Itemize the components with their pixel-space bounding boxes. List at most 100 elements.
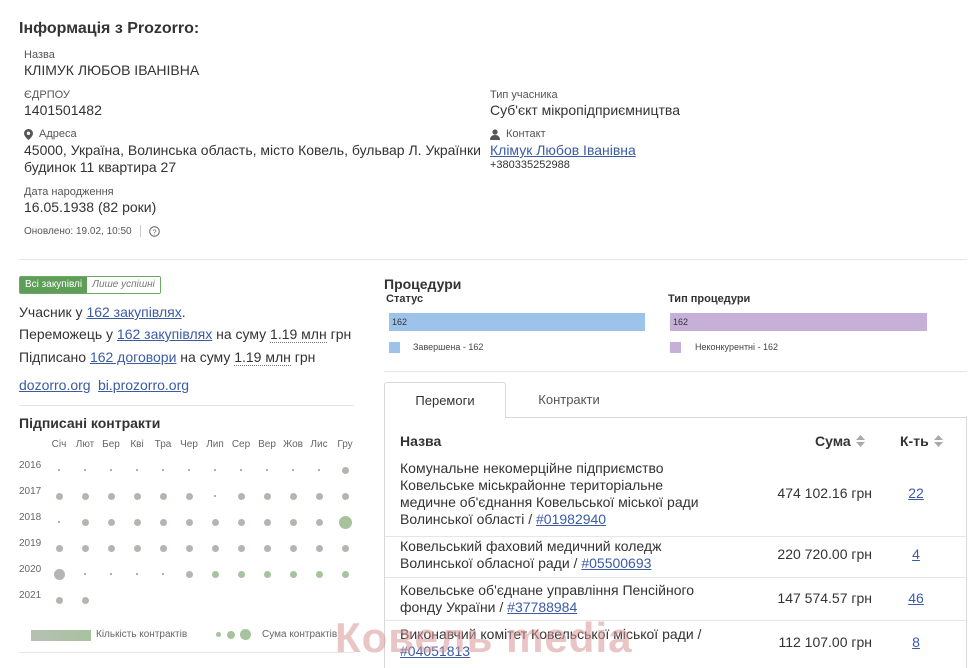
type-label: Тип процедури	[668, 293, 751, 305]
col-sum-header[interactable]: Сума	[815, 433, 865, 449]
contract-dot[interactable]	[133, 544, 141, 552]
contract-dot[interactable]	[107, 518, 115, 526]
col-name-header[interactable]: Назва	[400, 433, 441, 449]
col-sum-label: Сума	[815, 433, 851, 449]
watermark: Ковель media	[335, 614, 633, 661]
contract-dot[interactable]	[133, 492, 141, 500]
status-legend-swatch	[389, 342, 400, 353]
col-count-label: К-ть	[900, 433, 929, 449]
contract-dot[interactable]	[237, 570, 245, 578]
contract-dot[interactable]	[136, 469, 138, 471]
contract-dot[interactable]	[341, 492, 349, 500]
sort-icon	[933, 435, 943, 447]
contract-dot[interactable]	[188, 469, 190, 471]
table-row: Ковельське об'єднане управління Пенсійно…	[400, 582, 720, 616]
org-code-link[interactable]: #05500693	[581, 555, 651, 571]
org-code-link[interactable]: #37788984	[507, 599, 577, 615]
contract-dot[interactable]	[159, 492, 167, 500]
type-legend-swatch	[670, 342, 681, 353]
contract-dot[interactable]	[53, 568, 65, 580]
contract-dot[interactable]	[263, 570, 271, 578]
contract-dot[interactable]	[162, 573, 164, 575]
org-code-link[interactable]: #01982940	[536, 511, 606, 527]
row-count-link[interactable]: 46	[896, 590, 936, 606]
contract-dot[interactable]	[81, 596, 89, 604]
status-bar[interactable]: 162	[389, 313, 645, 331]
contact-phone: +380335252988	[490, 159, 570, 171]
contract-dot[interactable]	[214, 495, 216, 497]
contract-dot[interactable]	[211, 570, 219, 578]
contract-dot[interactable]	[159, 544, 167, 552]
contract-dot[interactable]	[58, 469, 60, 471]
contract-dot[interactable]	[81, 518, 89, 526]
contract-dot[interactable]	[84, 573, 86, 575]
contract-dot[interactable]	[292, 469, 294, 471]
contract-dot[interactable]	[240, 469, 242, 471]
legend-small-dot	[216, 632, 221, 637]
contract-dot[interactable]	[185, 518, 193, 526]
contract-dot[interactable]	[162, 469, 164, 471]
contract-dot[interactable]	[341, 544, 349, 552]
contract-dot[interactable]	[159, 518, 167, 526]
contract-dot[interactable]	[315, 492, 323, 500]
legend-big-dot	[240, 629, 251, 640]
contract-dot[interactable]	[55, 544, 63, 552]
contract-dot[interactable]	[110, 573, 112, 575]
status-label: Статус	[386, 293, 424, 305]
contract-dot[interactable]	[263, 492, 271, 500]
contract-dot[interactable]	[263, 544, 271, 552]
contract-dot[interactable]	[289, 570, 297, 578]
contact-name-link[interactable]: Клімук Любов Іванівна	[490, 142, 636, 159]
contract-dot[interactable]	[55, 596, 63, 604]
row-divider	[385, 536, 966, 537]
contract-dot[interactable]	[81, 544, 89, 552]
row-count-link[interactable]: 8	[896, 634, 936, 650]
contract-dot[interactable]	[315, 570, 323, 578]
contract-dot[interactable]	[107, 492, 115, 500]
contract-dot[interactable]	[338, 515, 352, 529]
col-count-header[interactable]: К-ть	[900, 433, 943, 449]
contract-dot[interactable]	[84, 469, 86, 471]
contract-dot[interactable]	[289, 544, 297, 552]
contract-dot[interactable]	[211, 518, 219, 526]
participant-type-value: Суб'єкт мікропідприємництва	[490, 102, 680, 118]
status-legend: Завершена - 162	[413, 342, 484, 352]
row-count-link[interactable]: 22	[896, 485, 936, 501]
contract-dot[interactable]	[263, 518, 271, 526]
contract-dot[interactable]	[136, 573, 138, 575]
contract-dot[interactable]	[81, 492, 89, 500]
row-sum: 474 102.16 грн	[777, 485, 872, 501]
contract-dot[interactable]	[211, 544, 219, 552]
table-row: Ковельський фаховий медичний коледж Воли…	[400, 538, 720, 572]
contract-dot[interactable]	[341, 570, 349, 578]
contract-dot[interactable]	[318, 469, 320, 471]
contract-dot[interactable]	[133, 518, 141, 526]
contract-dot[interactable]	[58, 521, 60, 523]
contract-dot[interactable]	[237, 544, 245, 552]
tab-contracts[interactable]: Контракти	[506, 382, 632, 418]
contract-dot[interactable]	[341, 466, 349, 474]
contract-dot[interactable]	[237, 518, 245, 526]
contract-dot[interactable]	[185, 492, 193, 500]
contract-dot[interactable]	[289, 518, 297, 526]
section-divider	[19, 652, 354, 653]
row-sum: 220 720.00 грн	[777, 546, 872, 562]
contract-dot[interactable]	[185, 544, 193, 552]
contract-dot[interactable]	[315, 544, 323, 552]
org-name-line: фонду України /	[400, 599, 508, 615]
contract-dot[interactable]	[315, 518, 323, 526]
type-bar[interactable]: 162	[670, 313, 927, 331]
contract-dot[interactable]	[55, 492, 63, 500]
row-count-link[interactable]: 4	[896, 546, 936, 562]
org-name-line: Ковельське об'єднане управління Пенсійно…	[400, 582, 695, 598]
tab-wins[interactable]: Перемоги	[384, 382, 506, 418]
contract-dot[interactable]	[266, 469, 268, 471]
contract-dot[interactable]	[185, 570, 193, 578]
contract-dot[interactable]	[214, 469, 216, 471]
contract-dot[interactable]	[289, 492, 297, 500]
contract-dot[interactable]	[107, 544, 115, 552]
contract-dot[interactable]	[110, 469, 112, 471]
org-name-line: Ковельське міськрайонне територіальне	[400, 477, 664, 493]
contract-dot[interactable]	[237, 492, 245, 500]
org-name-line: Ковельський фаховий медичний коледж	[400, 538, 662, 554]
